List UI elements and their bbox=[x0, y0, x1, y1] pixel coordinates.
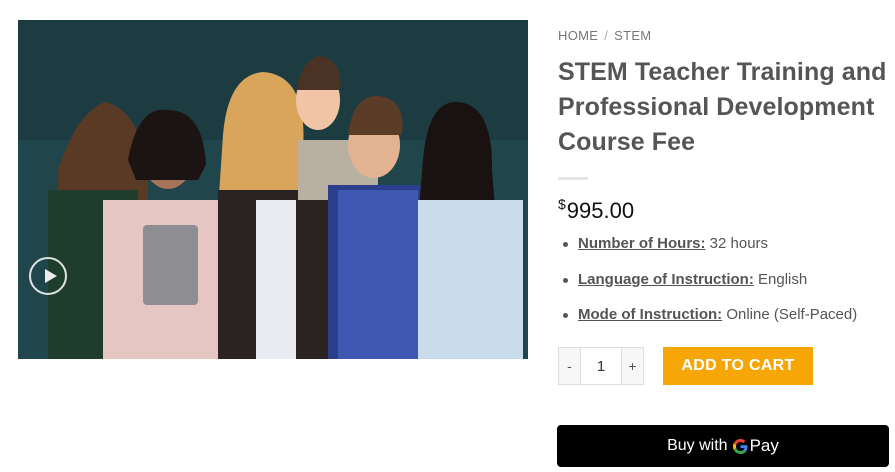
group-photo bbox=[18, 20, 528, 359]
breadcrumb: HOME / STEM bbox=[558, 28, 890, 46]
cart-row: - + ADD TO CART bbox=[558, 347, 813, 385]
attribute-hours: Number of Hours: 32 hours bbox=[558, 234, 890, 270]
currency-symbol: $ bbox=[558, 196, 566, 212]
quantity-minus-button[interactable]: - bbox=[559, 348, 581, 384]
price-amount: 995.00 bbox=[566, 198, 635, 223]
product-image[interactable] bbox=[18, 20, 528, 359]
gpay-pay-word: Pay bbox=[749, 436, 779, 455]
attribute-language-value: English bbox=[758, 270, 808, 288]
breadcrumb-category[interactable]: STEM bbox=[614, 28, 651, 43]
attribute-hours-value: 32 hours bbox=[709, 235, 769, 252]
add-to-cart-button[interactable]: ADD TO CART bbox=[663, 347, 813, 385]
attribute-language-label[interactable]: Language of Instruction: bbox=[578, 271, 754, 288]
google-g-icon bbox=[732, 438, 748, 454]
product-attributes: Number of Hours: 32 hours Language of In… bbox=[558, 234, 890, 341]
title-divider bbox=[558, 177, 588, 180]
product-summary: HOME / STEM STEM Teacher Training and Prof… bbox=[558, 28, 890, 341]
play-icon[interactable] bbox=[29, 257, 67, 295]
attribute-mode-value: Online (Self-Paced) bbox=[726, 306, 858, 323]
gpay-label: Buy with bbox=[667, 437, 728, 454]
google-pay-button[interactable]: Buy with Pay bbox=[557, 425, 889, 467]
attribute-mode: Mode of Instruction: Online (Self-Paced) bbox=[558, 305, 890, 341]
attribute-language: Language of Instruction: English bbox=[558, 270, 890, 306]
attribute-hours-label[interactable]: Number of Hours: bbox=[578, 235, 706, 252]
quantity-plus-button[interactable]: + bbox=[621, 348, 643, 384]
breadcrumb-home[interactable]: HOME bbox=[558, 28, 598, 43]
product-title: STEM Teacher Training and Professional D… bbox=[558, 58, 887, 156]
breadcrumb-separator: / bbox=[604, 28, 609, 43]
product-price: $995.00 bbox=[558, 196, 890, 224]
attribute-mode-label[interactable]: Mode of Instruction: bbox=[578, 306, 722, 323]
quantity-stepper: - + bbox=[558, 347, 644, 385]
quantity-input[interactable] bbox=[581, 348, 621, 384]
